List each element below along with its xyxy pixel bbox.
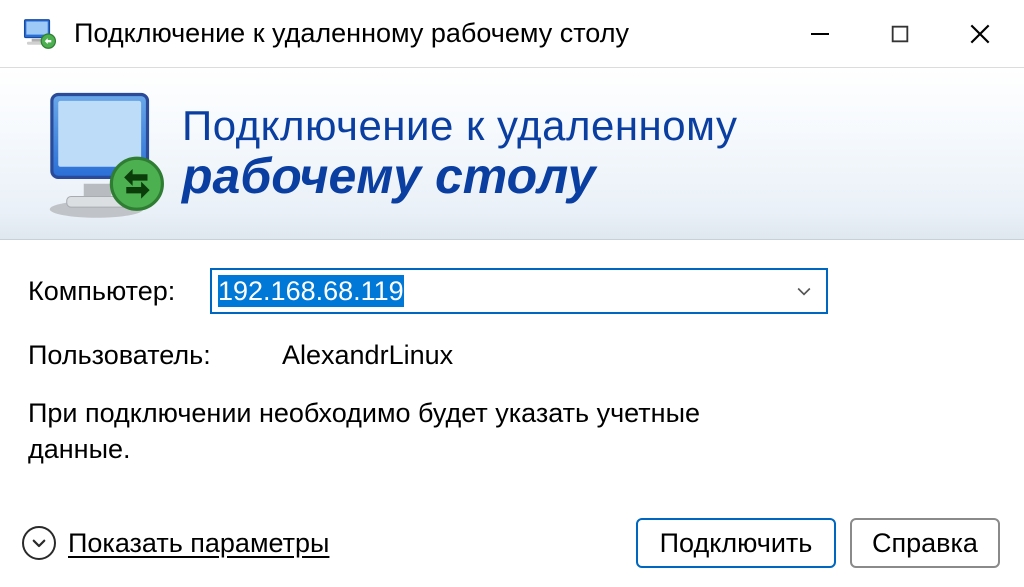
minimize-button[interactable] bbox=[780, 5, 860, 63]
show-options-label: Показать параметры bbox=[68, 528, 329, 559]
credentials-hint: При подключении необходимо будет указать… bbox=[26, 395, 806, 468]
help-button[interactable]: Справка bbox=[850, 518, 1000, 568]
user-value: AlexandrLinux bbox=[282, 340, 453, 371]
rdp-large-icon bbox=[34, 83, 176, 225]
combobox-chevron-icon[interactable] bbox=[782, 270, 826, 312]
computer-row: Компьютер: 192.168.68.119 bbox=[26, 268, 990, 314]
footer: Показать параметры Подключить Справка bbox=[0, 499, 1024, 587]
titlebar[interactable]: Подключение к удаленному рабочему столу bbox=[0, 0, 1024, 68]
banner-line-1: Подключение к удаленному bbox=[182, 104, 737, 148]
banner: Подключение к удаленному рабочему столу bbox=[0, 68, 1024, 240]
user-row: Пользователь: AlexandrLinux bbox=[26, 340, 990, 371]
chevron-down-icon bbox=[22, 526, 56, 560]
banner-text: Подключение к удаленному рабочему столу bbox=[182, 104, 737, 203]
dialog-body: Компьютер: 192.168.68.119 Пользователь: … bbox=[0, 240, 1024, 499]
rdp-app-icon bbox=[20, 14, 60, 54]
rdp-window: Подключение к удаленному рабочему столу bbox=[0, 0, 1024, 587]
show-options-toggle[interactable]: Показать параметры bbox=[22, 526, 329, 560]
banner-line-2: рабочему столу bbox=[182, 150, 737, 203]
window-title: Подключение к удаленному рабочему столу bbox=[74, 18, 780, 49]
window-controls bbox=[780, 5, 1020, 63]
computer-value[interactable]: 192.168.68.119 bbox=[212, 276, 782, 307]
close-button[interactable] bbox=[940, 5, 1020, 63]
connect-button[interactable]: Подключить bbox=[636, 518, 836, 568]
user-label: Пользователь: bbox=[26, 340, 246, 371]
computer-combobox[interactable]: 192.168.68.119 bbox=[210, 268, 828, 314]
computer-label: Компьютер: bbox=[26, 276, 226, 307]
maximize-button[interactable] bbox=[860, 5, 940, 63]
